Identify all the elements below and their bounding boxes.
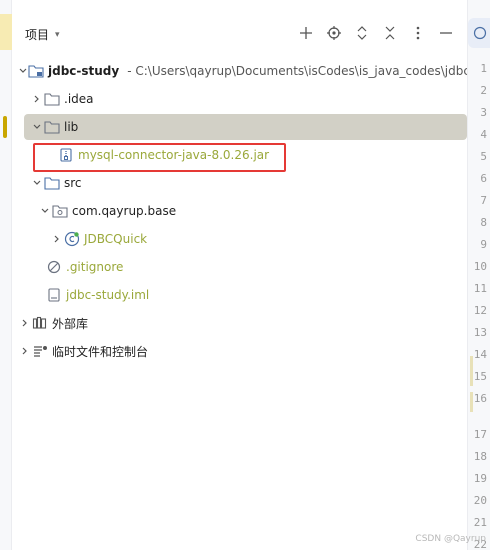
- line-number: 1: [480, 62, 487, 75]
- line-number: 11: [473, 282, 487, 295]
- line-number: 3: [480, 106, 487, 119]
- class-label: JDBCQuick: [84, 232, 148, 246]
- tree-item-class[interactable]: JDBCQuick: [12, 226, 467, 252]
- line-number: 4: [480, 128, 487, 141]
- line-number: 2: [480, 84, 487, 97]
- tree-item-src[interactable]: src: [12, 170, 467, 196]
- file-label: jdbc-study.iml: [66, 288, 150, 302]
- line-number: 5: [480, 150, 487, 163]
- chevron-right-icon[interactable]: [30, 86, 44, 112]
- file-label: .gitignore: [66, 260, 124, 274]
- minimize-icon[interactable]: [437, 22, 455, 44]
- package-label: com.qayrup.base: [72, 204, 177, 218]
- scratches-label: 临时文件和控制台: [52, 344, 149, 359]
- locate-icon[interactable]: [325, 22, 343, 44]
- line-number: 16: [473, 392, 487, 405]
- collapse-all-icon[interactable]: [381, 22, 399, 44]
- tree-item-iml[interactable]: jdbc-study.iml: [12, 282, 467, 308]
- folder-label: lib: [64, 120, 79, 134]
- annotation-highlight-box: [33, 143, 286, 172]
- chevron-down-icon[interactable]: [38, 198, 52, 224]
- chevron-down-icon: ▾: [55, 29, 60, 40]
- line-number: 18: [473, 450, 487, 463]
- line-number: 6: [480, 172, 487, 185]
- project-path: - C:\Users\qayrup\Documents\isCodes\is_j…: [127, 64, 490, 78]
- chevron-right-icon[interactable]: [18, 338, 32, 364]
- line-number: 15: [473, 370, 487, 383]
- line-number: 17: [473, 428, 487, 441]
- chevron-down-icon[interactable]: [18, 58, 28, 84]
- java-class-icon: [64, 231, 80, 247]
- chevron-right-icon[interactable]: [18, 310, 32, 336]
- change-marker: [470, 356, 473, 386]
- add-icon[interactable]: [297, 22, 315, 44]
- bookmark-marker: [3, 116, 7, 138]
- more-options-icon[interactable]: [409, 22, 427, 44]
- line-number: 19: [473, 472, 487, 485]
- folder-icon: [44, 119, 60, 135]
- source-folder-icon: [44, 175, 60, 191]
- line-number: 20: [473, 494, 487, 507]
- tree-item-external-libraries[interactable]: 外部库: [12, 310, 467, 336]
- module-folder-icon: [28, 63, 44, 79]
- package-icon: [52, 203, 68, 219]
- editor-gutter: 1 2 3 4 5 6 7 8 9 10 11 12 13 14 15 16 17 18 19 20 21 22: [467, 0, 490, 550]
- tree-item-gitignore[interactable]: .gitignore: [12, 254, 467, 280]
- tree-item-scratches[interactable]: 临时文件和控制台: [12, 338, 467, 364]
- change-marker: [470, 392, 473, 412]
- left-tool-strip: [0, 0, 12, 550]
- watermark: CSDN @Qayrup: [415, 534, 486, 544]
- tree-item-package[interactable]: com.qayrup.base: [12, 198, 467, 224]
- active-tool-indicator: [0, 14, 12, 50]
- chevron-down-icon[interactable]: [30, 170, 44, 196]
- expand-all-icon[interactable]: [353, 22, 371, 44]
- scratches-icon: [32, 343, 48, 359]
- line-number: 14: [473, 348, 487, 361]
- java-file-icon: [473, 26, 486, 40]
- line-number: 10: [473, 260, 487, 273]
- line-number: 13: [473, 326, 487, 339]
- project-name: jdbc-study: [48, 64, 120, 78]
- line-number: 7: [480, 194, 487, 207]
- folder-icon: [44, 91, 60, 107]
- external-libraries-label: 外部库: [52, 316, 89, 331]
- line-number: 21: [473, 516, 487, 529]
- line-number: 9: [480, 238, 487, 251]
- line-number: 12: [473, 304, 487, 317]
- chevron-right-icon[interactable]: [50, 226, 64, 252]
- panel-toolbar: [297, 22, 455, 44]
- library-icon: [32, 315, 48, 331]
- project-view-selector[interactable]: 项目 ▾: [25, 26, 60, 43]
- tree-item-idea[interactable]: .idea: [12, 86, 467, 112]
- panel-title: 项目: [25, 28, 50, 42]
- tree-item-project[interactable]: jdbc-study - C:\Users\qayrup\Documents\i…: [12, 58, 490, 84]
- line-number: 8: [480, 216, 487, 229]
- folder-label: .idea: [64, 92, 94, 106]
- tree-item-lib[interactable]: lib: [24, 114, 467, 140]
- folder-label: src: [64, 176, 82, 190]
- ignore-file-icon: [46, 259, 62, 275]
- editor-tab[interactable]: [468, 18, 490, 48]
- chevron-down-icon[interactable]: [30, 114, 44, 140]
- module-file-icon: [46, 287, 62, 303]
